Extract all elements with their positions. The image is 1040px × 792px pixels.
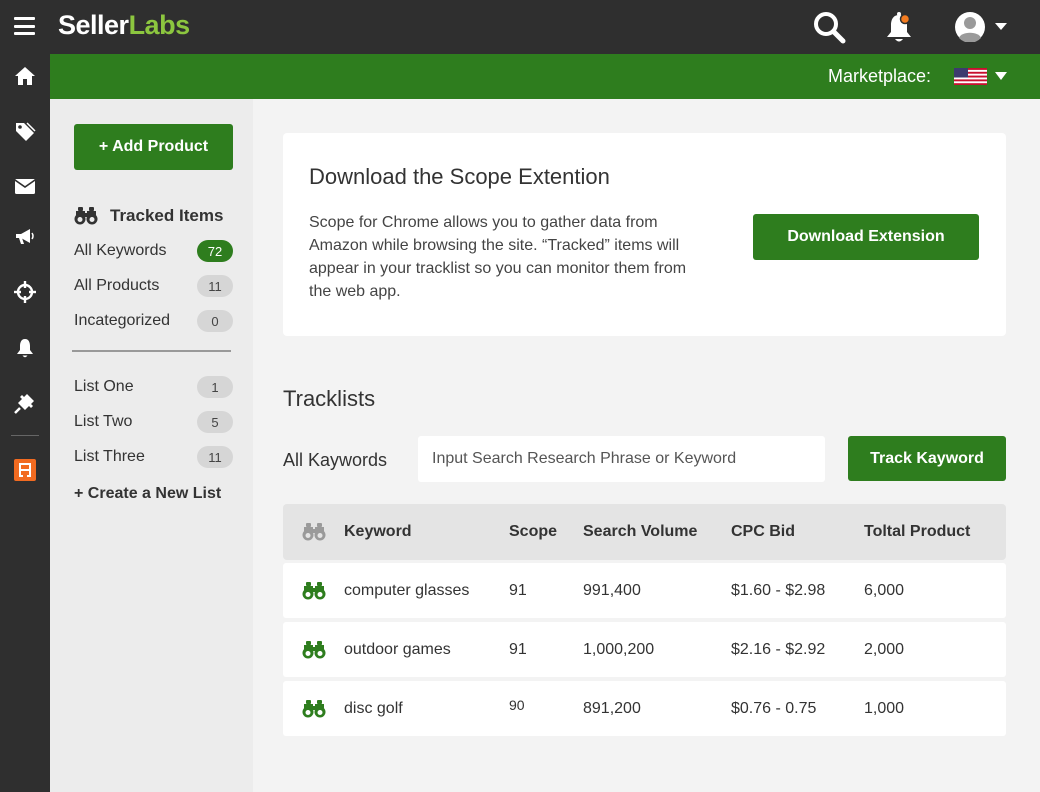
scope-app-icon[interactable] bbox=[13, 458, 37, 482]
tracked-items-header: Tracked Items bbox=[74, 206, 223, 226]
crosshair-icon[interactable] bbox=[13, 280, 37, 304]
cpc-bid-cell: $0.76 - 0.75 bbox=[731, 699, 817, 717]
top-bar: SellerLabs bbox=[0, 0, 1040, 54]
search-volume-cell: 1,000,200 bbox=[583, 640, 655, 658]
table-row[interactable]: disc golf 90 891,200 $0.76 - 0.75 1,000 bbox=[283, 681, 1006, 736]
sidebar-item-list-three[interactable]: List Three 11 bbox=[74, 445, 233, 469]
track-keyword-button[interactable]: Track Kayword bbox=[848, 436, 1006, 481]
bell-icon[interactable] bbox=[13, 336, 37, 360]
column-header-cpc-bid[interactable]: CPC Bid bbox=[731, 504, 795, 560]
total-product-cell: 1,000 bbox=[864, 699, 905, 717]
sidebar-item-list-one[interactable]: List One 1 bbox=[74, 375, 233, 399]
home-icon[interactable] bbox=[13, 64, 37, 88]
count-badge: 72 bbox=[197, 240, 233, 262]
download-extension-button[interactable]: Download Extension bbox=[753, 214, 979, 260]
sellerlabs-logo[interactable]: SellerLabs bbox=[58, 10, 190, 41]
marketplace-label: Marketplace: bbox=[827, 66, 931, 86]
column-header-total-product[interactable]: Toltal Product bbox=[864, 504, 970, 560]
megaphone-icon[interactable] bbox=[13, 225, 37, 249]
count-badge: 11 bbox=[197, 446, 233, 468]
extension-card-description: Scope for Chrome allows you to gather da… bbox=[309, 214, 687, 300]
rail-divider bbox=[11, 435, 39, 436]
column-header-scope[interactable]: Scope bbox=[509, 504, 557, 560]
keyword-cell[interactable]: computer glasses bbox=[344, 563, 469, 618]
tag-icon[interactable] bbox=[13, 120, 37, 144]
table-row[interactable]: computer glasses 91 991,400 $1.60 - $2.9… bbox=[283, 563, 1006, 618]
count-badge: 5 bbox=[197, 411, 233, 433]
cpc-bid-cell: $2.16 - $2.92 bbox=[731, 640, 826, 658]
logo-text-seller: Seller bbox=[58, 10, 129, 40]
plugin-icon[interactable] bbox=[13, 391, 37, 415]
sidebar-item-label: List Two bbox=[74, 413, 133, 430]
user-avatar-icon[interactable] bbox=[955, 12, 985, 42]
column-header-keyword[interactable]: Keyword bbox=[344, 504, 412, 560]
keyword-cell[interactable]: outdoor games bbox=[344, 622, 451, 677]
tracked-binoculars-icon[interactable] bbox=[302, 563, 326, 618]
icon-rail bbox=[0, 54, 50, 792]
add-product-button[interactable]: + Add Product bbox=[74, 124, 233, 170]
marketplace-bar: Marketplace: bbox=[50, 54, 1040, 99]
tracklist-sidebar: + Add Product Tracked Items All Keywords… bbox=[50, 99, 253, 792]
search-volume-cell: 891,200 bbox=[583, 699, 641, 717]
sidebar-item-label: List One bbox=[74, 378, 134, 395]
total-product-cell: 6,000 bbox=[864, 581, 905, 599]
sidebar-divider bbox=[72, 350, 231, 352]
sidebar-item-label: List Three bbox=[74, 448, 145, 465]
binoculars-icon bbox=[74, 207, 98, 225]
cpc-bid-cell: $1.60 - $2.98 bbox=[731, 581, 826, 599]
scope-cell: 90 bbox=[509, 696, 525, 713]
search-icon[interactable] bbox=[812, 10, 846, 44]
scope-cell: 91 bbox=[509, 640, 527, 658]
sidebar-item-label: All Products bbox=[74, 277, 160, 294]
scope-cell: 91 bbox=[509, 581, 527, 599]
sidebar-item-all-products[interactable]: All Products 11 bbox=[74, 274, 233, 298]
tracked-binoculars-icon[interactable] bbox=[302, 681, 326, 736]
mail-icon[interactable] bbox=[13, 174, 37, 198]
sidebar-item-all-keywords[interactable]: All Keywords 72 bbox=[74, 239, 233, 263]
keyword-cell[interactable]: disc golf bbox=[344, 681, 403, 736]
keyword-filter-label[interactable]: All Kaywords bbox=[283, 450, 387, 471]
extension-card: Download the Scope Extention Scope for C… bbox=[283, 133, 1006, 336]
count-badge: 11 bbox=[197, 275, 233, 297]
account-caret-down-icon[interactable] bbox=[995, 23, 1007, 30]
sidebar-item-label: All Keywords bbox=[74, 242, 167, 259]
menu-icon[interactable] bbox=[14, 17, 35, 35]
count-badge: 0 bbox=[197, 310, 233, 332]
tracked-binoculars-icon[interactable] bbox=[302, 622, 326, 677]
marketplace-caret-down-icon[interactable] bbox=[995, 72, 1007, 80]
extension-card-title: Download the Scope Extention bbox=[309, 164, 610, 189]
create-new-list-link[interactable]: + Create a New List bbox=[74, 485, 221, 503]
column-header-search-volume[interactable]: Search Volume bbox=[583, 504, 697, 560]
count-badge: 1 bbox=[197, 376, 233, 398]
total-product-cell: 2,000 bbox=[864, 640, 905, 658]
tracklists-title: Tracklists bbox=[283, 386, 376, 411]
sidebar-item-label: Incategorized bbox=[74, 312, 171, 329]
sidebar-item-incategorized[interactable]: Incategorized 0 bbox=[74, 309, 233, 333]
binoculars-icon bbox=[302, 504, 326, 560]
table-header: Keyword Scope Search Volume CPC Bid Tolt… bbox=[283, 504, 1006, 560]
keyword-search-input[interactable] bbox=[418, 436, 825, 482]
logo-text-labs: Labs bbox=[128, 10, 191, 40]
search-volume-cell: 991,400 bbox=[583, 581, 641, 599]
us-flag-icon[interactable] bbox=[954, 68, 987, 85]
table-row[interactable]: outdoor games 91 1,000,200 $2.16 - $2.92… bbox=[283, 622, 1006, 677]
main-content: Download the Scope Extention Scope for C… bbox=[253, 99, 1040, 792]
notification-bell-icon[interactable] bbox=[884, 12, 914, 44]
sidebar-item-list-two[interactable]: List Two 5 bbox=[74, 410, 233, 434]
tracked-items-title: Tracked Items bbox=[110, 206, 224, 225]
